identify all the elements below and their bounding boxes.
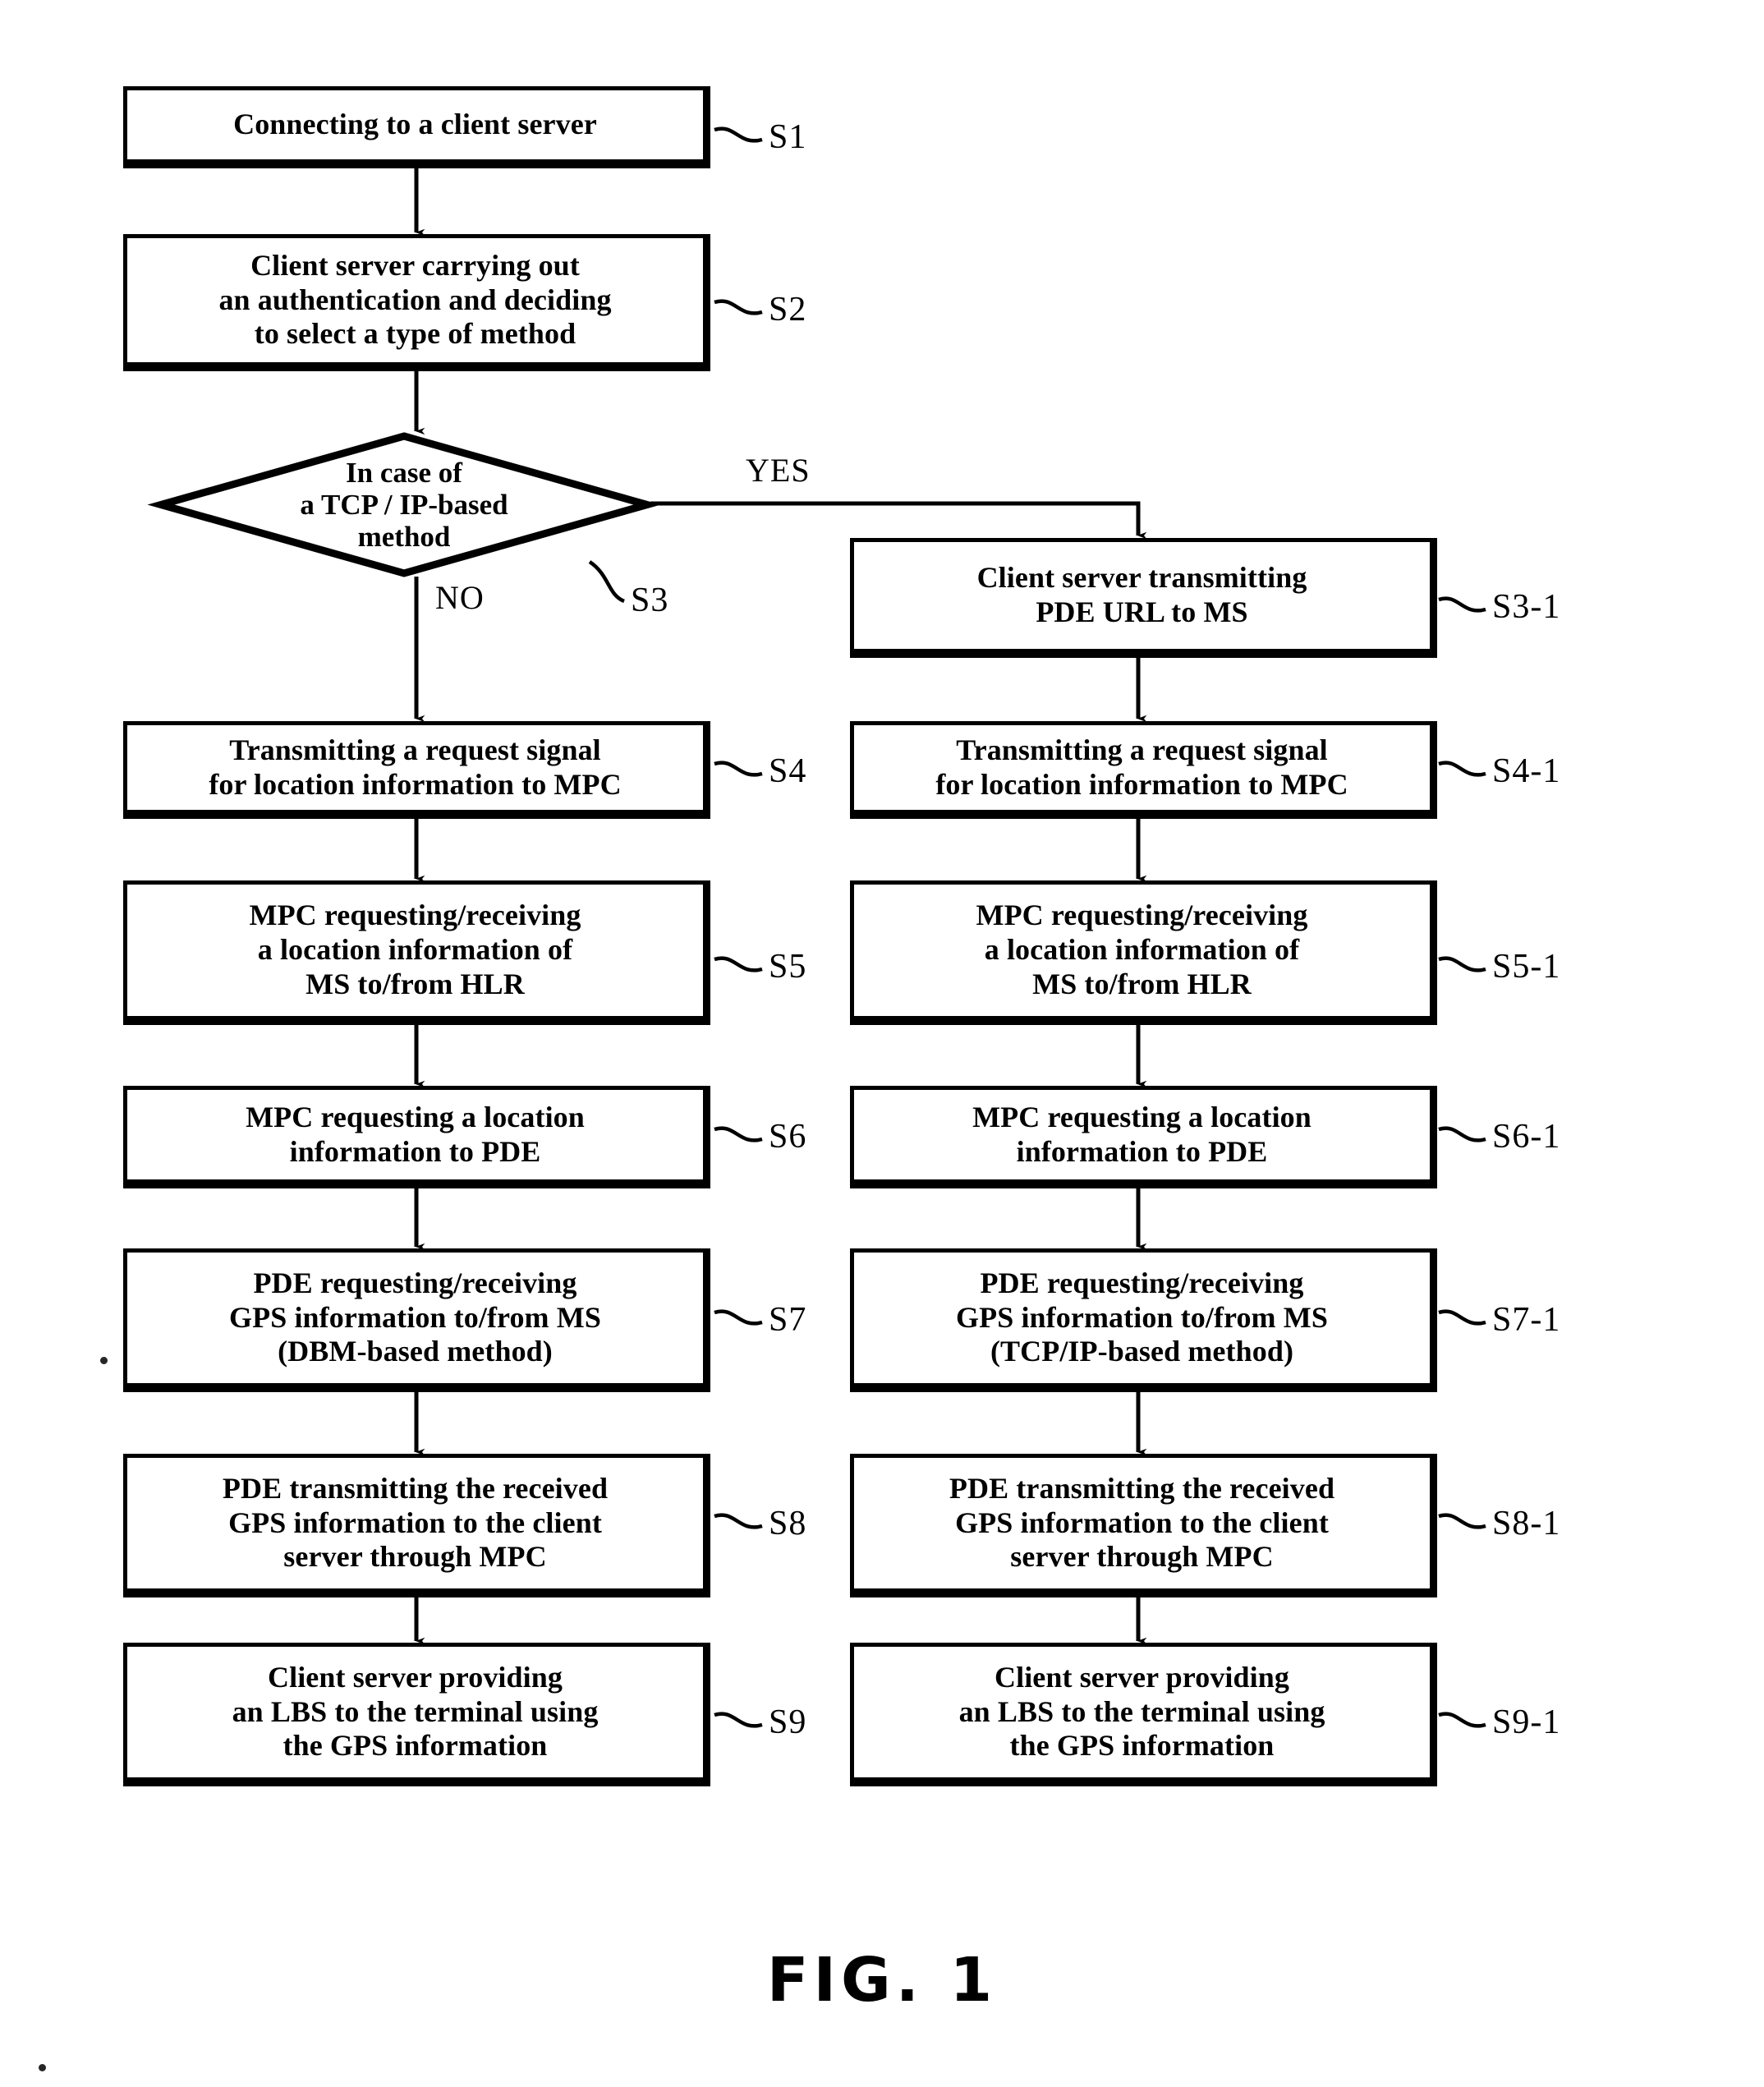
process-node-s6: MPC requesting a location information to…	[123, 1086, 710, 1188]
leader-line-s2	[714, 299, 763, 315]
step-label-s8: S8	[769, 1505, 807, 1542]
process-node-s6-1-text: MPC requesting a location information to…	[972, 1100, 1312, 1168]
step-label-s1: S1	[769, 118, 807, 156]
process-node-s7-text: PDE requesting/receiving GPS information…	[229, 1266, 601, 1368]
process-node-s9: Client server providing an LBS to the te…	[123, 1643, 710, 1786]
leader-line-s5	[714, 956, 763, 972]
patent-flowchart-figure: Connecting to a client server S1 Client …	[0, 0, 1764, 2087]
leader-line-s4-1	[1438, 761, 1486, 777]
process-node-s7-1-text: PDE requesting/receiving GPS information…	[956, 1266, 1328, 1368]
process-node-s5-1-text: MPC requesting/receiving a location info…	[976, 899, 1308, 1000]
leader-line-s8	[714, 1513, 763, 1529]
leader-line-s1	[714, 126, 763, 143]
branch-label-yes: YES	[746, 452, 811, 489]
step-label-s6: S6	[769, 1118, 807, 1156]
leader-line-s9-1	[1438, 1712, 1486, 1728]
leader-line-s8-1	[1438, 1513, 1486, 1529]
process-node-s9-1: Client server providing an LBS to the te…	[850, 1643, 1437, 1786]
process-node-s6-text: MPC requesting a location information to…	[246, 1100, 585, 1168]
leader-line-s7	[714, 1309, 763, 1326]
process-node-s3-1: Client server transmitting PDE URL to MS	[850, 538, 1437, 658]
step-label-s9: S9	[769, 1703, 807, 1741]
process-node-s8-1-text: PDE transmitting the received GPS inform…	[949, 1471, 1335, 1574]
leader-line-s3-1	[1438, 596, 1486, 613]
step-label-s6-1: S6-1	[1492, 1118, 1561, 1156]
process-node-s8-text: PDE transmitting the received GPS inform…	[222, 1471, 609, 1574]
process-node-s9-1-text: Client server providing an LBS to the te…	[958, 1660, 1325, 1763]
process-node-s4-text: Transmitting a request signal for locati…	[209, 733, 622, 801]
process-node-s4: Transmitting a request signal for locati…	[123, 721, 710, 819]
process-node-s4-1: Transmitting a request signal for locati…	[850, 721, 1437, 819]
process-node-s2: Client server carrying out an authentica…	[123, 234, 710, 371]
branch-label-no: NO	[435, 579, 485, 616]
step-label-s7: S7	[769, 1301, 807, 1339]
process-node-s1: Connecting to a client server	[123, 86, 710, 168]
leader-line-s5-1	[1438, 956, 1486, 972]
step-label-s3: S3	[631, 582, 669, 619]
process-node-s2-text: Client server carrying out an authentica…	[218, 248, 612, 351]
arrow-decision-yes-to-s3-1	[650, 501, 1147, 540]
leader-line-s7-1	[1438, 1309, 1486, 1326]
leader-line-s6	[714, 1126, 763, 1142]
leader-line-s6-1	[1438, 1126, 1486, 1142]
step-label-s3-1: S3-1	[1492, 588, 1561, 626]
decision-node-s3-text: In case of a TCP / IP-based method	[300, 456, 508, 554]
step-label-s5: S5	[769, 948, 807, 986]
decision-node-s3-text-wrap: In case of a TCP / IP-based method	[158, 433, 650, 577]
step-label-s7-1: S7-1	[1492, 1301, 1561, 1339]
process-node-s1-text: Connecting to a client server	[233, 108, 597, 141]
step-label-s4-1: S4-1	[1492, 752, 1561, 790]
process-node-s7: PDE requesting/receiving GPS information…	[123, 1248, 710, 1392]
leader-line-s9	[714, 1712, 763, 1728]
decision-node-s3: In case of a TCP / IP-based method	[147, 432, 661, 577]
step-label-s5-1: S5-1	[1492, 948, 1561, 986]
process-node-s7-1: PDE requesting/receiving GPS information…	[850, 1248, 1437, 1392]
process-node-s5-text: MPC requesting/receiving a location info…	[249, 899, 581, 1000]
step-label-s8-1: S8-1	[1492, 1505, 1561, 1542]
process-node-s8-1: PDE transmitting the received GPS inform…	[850, 1454, 1437, 1597]
figure-caption: FIG. 1	[766, 1945, 998, 2016]
step-label-s9-1: S9-1	[1492, 1703, 1561, 1741]
process-node-s6-1: MPC requesting a location information to…	[850, 1086, 1437, 1188]
process-node-s4-1-text: Transmitting a request signal for locati…	[935, 733, 1348, 801]
process-node-s8: PDE transmitting the received GPS inform…	[123, 1454, 710, 1597]
page-speck-left	[100, 1357, 108, 1364]
process-node-s3-1-text: Client server transmitting PDE URL to MS	[976, 561, 1307, 628]
step-label-s4: S4	[769, 752, 807, 790]
process-node-s9-text: Client server providing an LBS to the te…	[232, 1660, 599, 1763]
process-node-s5: MPC requesting/receiving a location info…	[123, 880, 710, 1025]
leader-line-s4	[714, 761, 763, 777]
step-label-s2: S2	[769, 291, 807, 329]
page-speck-bottom	[39, 2064, 46, 2071]
process-node-s5-1: MPC requesting/receiving a location info…	[850, 880, 1437, 1025]
